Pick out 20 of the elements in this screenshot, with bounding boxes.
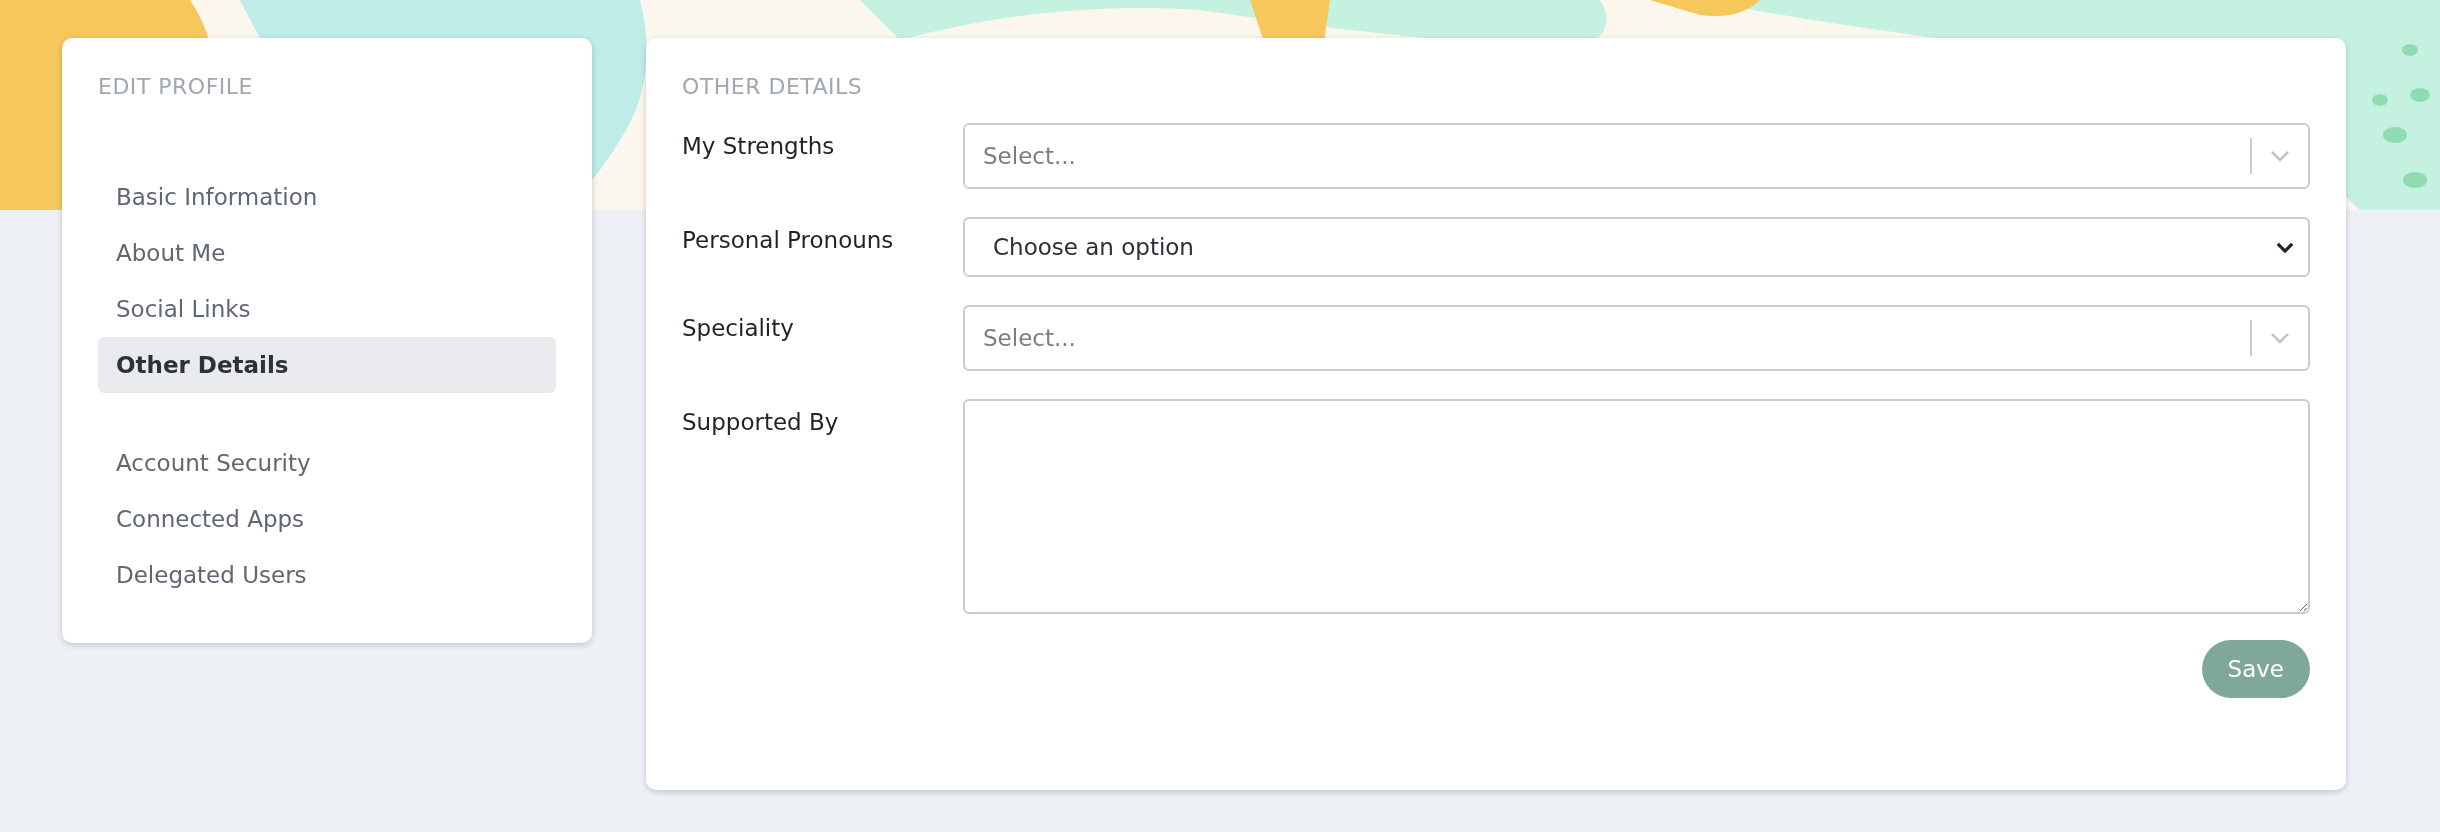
chevron-down-icon	[2270, 150, 2290, 162]
chevron-down-icon	[2270, 332, 2290, 344]
sidebar-item[interactable]: Delegated Users	[98, 547, 556, 603]
sidebar-item[interactable]: Social Links	[98, 281, 556, 337]
select-field[interactable]: Select...	[963, 305, 2310, 371]
text-area[interactable]	[963, 399, 2310, 614]
sidebar-item[interactable]: Connected Apps	[98, 491, 556, 547]
select-field[interactable]: Select...	[963, 123, 2310, 189]
dropdown-field[interactable]: Choose an option	[963, 217, 2310, 277]
field-label: Supported By	[682, 408, 840, 435]
sidebar-item[interactable]: Account Security	[98, 435, 556, 491]
sidebar-item[interactable]: About Me	[98, 225, 556, 281]
sidebar-item[interactable]: Basic Information	[98, 169, 556, 225]
sidebar-title: EDIT PROFILE	[98, 74, 254, 99]
field-label: Speciality	[682, 314, 795, 341]
chevron-down-icon	[2276, 241, 2294, 253]
field-label: Personal Pronouns	[682, 226, 895, 253]
form-title: OTHER DETAILS	[682, 74, 864, 99]
field-label: My Strengths	[682, 132, 836, 159]
sidebar-item[interactable]: Other Details	[98, 337, 556, 393]
